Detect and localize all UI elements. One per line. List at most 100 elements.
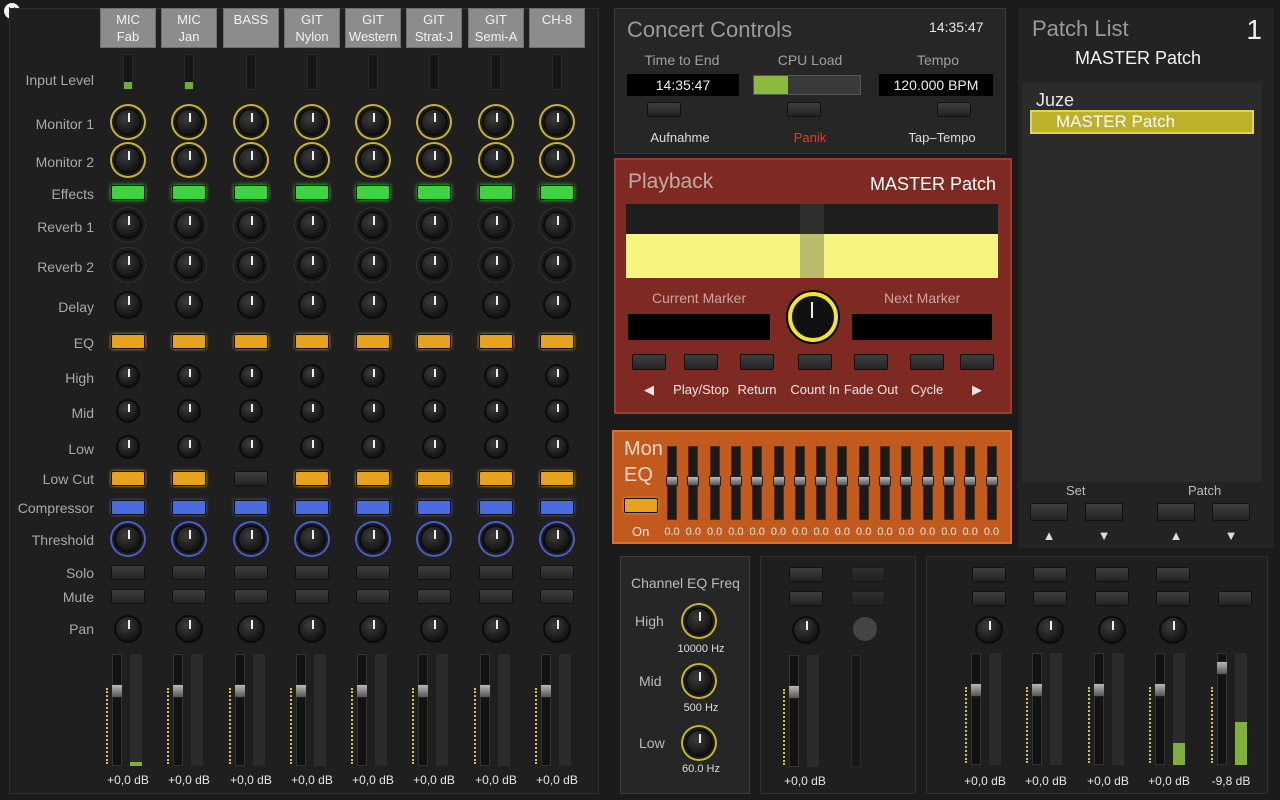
reverb1-knob[interactable]	[359, 211, 387, 239]
eq-mid-knob[interactable]	[361, 399, 385, 423]
aux-fader-thumb[interactable]	[788, 685, 800, 699]
threshold-knob[interactable]	[420, 525, 448, 553]
eq-button[interactable]	[295, 334, 329, 349]
reverb1-knob[interactable]	[175, 211, 203, 239]
eq-low-freq-knob[interactable]	[685, 729, 713, 757]
delay-knob[interactable]	[298, 291, 326, 319]
aux-solo-button[interactable]	[789, 567, 823, 582]
monitor2-knob[interactable]	[359, 146, 387, 174]
eq-mid-freq-knob[interactable]	[685, 667, 713, 695]
output-mute-button[interactable]	[1156, 591, 1190, 606]
compressor-button[interactable]	[479, 500, 513, 515]
patch-item-selected[interactable]: MASTER Patch	[1030, 110, 1254, 134]
monitor1-knob[interactable]	[482, 108, 510, 136]
aux-pan-knob[interactable]	[792, 616, 820, 644]
threshold-knob[interactable]	[175, 525, 203, 553]
mute-button[interactable]	[111, 589, 145, 604]
jog-wheel[interactable]	[788, 292, 838, 342]
delay-knob[interactable]	[420, 291, 448, 319]
monitor1-knob[interactable]	[114, 108, 142, 136]
output-mute-button[interactable]	[972, 591, 1006, 606]
pan-knob[interactable]	[175, 615, 203, 643]
low-cut-button[interactable]	[479, 471, 513, 486]
effects-button[interactable]	[295, 185, 329, 200]
eq-band-thumb[interactable]	[687, 476, 700, 486]
patch-list[interactable]	[1022, 82, 1262, 482]
aux2-pan-knob[interactable]	[853, 617, 877, 641]
output-fader[interactable]	[1032, 653, 1042, 765]
compressor-button[interactable]	[295, 500, 329, 515]
mute-button[interactable]	[540, 589, 574, 604]
count-in-button[interactable]	[798, 354, 832, 370]
compressor-button[interactable]	[111, 500, 145, 515]
output-pan-knob[interactable]	[1098, 616, 1126, 644]
low-cut-button[interactable]	[111, 471, 145, 486]
eq-low-knob[interactable]	[177, 435, 201, 459]
output-solo-button[interactable]	[1156, 567, 1190, 582]
volume-fader[interactable]	[173, 654, 183, 766]
solo-button[interactable]	[356, 565, 390, 580]
eq-low-knob[interactable]	[484, 435, 508, 459]
eq-band-thumb[interactable]	[921, 476, 934, 486]
reverb2-knob[interactable]	[237, 251, 265, 279]
eq-band-thumb[interactable]	[729, 476, 742, 486]
eq-band-thumb[interactable]	[772, 476, 785, 486]
patch-group[interactable]: Juze	[1036, 90, 1074, 111]
eq-button[interactable]	[356, 334, 390, 349]
pan-knob[interactable]	[420, 615, 448, 643]
eq-band-thumb[interactable]	[857, 476, 870, 486]
eq-band-thumb[interactable]	[985, 476, 998, 486]
pan-knob[interactable]	[237, 615, 265, 643]
channel-name-6[interactable]: GIT Strat-J	[406, 8, 462, 48]
volume-fader-thumb[interactable]	[417, 684, 429, 698]
effects-button[interactable]	[111, 185, 145, 200]
threshold-knob[interactable]	[237, 525, 265, 553]
eq-mid-knob[interactable]	[422, 399, 446, 423]
output-fader[interactable]	[1155, 653, 1165, 765]
prev-button[interactable]	[632, 354, 666, 370]
monitor1-knob[interactable]	[298, 108, 326, 136]
reverb1-knob[interactable]	[482, 211, 510, 239]
eq-button[interactable]	[234, 334, 268, 349]
eq-band-thumb[interactable]	[708, 476, 721, 486]
reverb2-knob[interactable]	[114, 251, 142, 279]
monitor2-knob[interactable]	[114, 146, 142, 174]
reverb2-knob[interactable]	[482, 251, 510, 279]
compressor-button[interactable]	[540, 500, 574, 515]
low-cut-button[interactable]	[234, 471, 268, 486]
solo-button[interactable]	[479, 565, 513, 580]
pan-knob[interactable]	[359, 615, 387, 643]
aux2-fader[interactable]	[851, 655, 861, 767]
eq-high-freq-knob[interactable]	[685, 607, 713, 635]
output-fader[interactable]	[971, 653, 981, 765]
cycle-button[interactable]	[910, 354, 944, 370]
threshold-knob[interactable]	[114, 525, 142, 553]
volume-fader-thumb[interactable]	[295, 684, 307, 698]
output-solo-button[interactable]	[1033, 567, 1067, 582]
eq-mid-knob[interactable]	[239, 399, 263, 423]
eq-band-thumb[interactable]	[964, 476, 977, 486]
eq-band-thumb[interactable]	[942, 476, 955, 486]
next-button[interactable]	[960, 354, 994, 370]
eq-high-knob[interactable]	[422, 364, 446, 388]
monitor1-knob[interactable]	[237, 108, 265, 136]
tap-tempo-button[interactable]	[937, 102, 971, 117]
solo-button[interactable]	[295, 565, 329, 580]
effects-button[interactable]	[172, 185, 206, 200]
volume-fader[interactable]	[480, 654, 490, 766]
eq-button[interactable]	[172, 334, 206, 349]
reverb2-knob[interactable]	[543, 251, 571, 279]
aux2-solo-button[interactable]	[851, 567, 885, 582]
output-pan-knob[interactable]	[1036, 616, 1064, 644]
volume-fader[interactable]	[235, 654, 245, 766]
eq-high-knob[interactable]	[545, 364, 569, 388]
delay-knob[interactable]	[359, 291, 387, 319]
solo-button[interactable]	[417, 565, 451, 580]
return-button[interactable]	[740, 354, 774, 370]
record-button[interactable]	[647, 102, 681, 117]
reverb2-knob[interactable]	[359, 251, 387, 279]
eq-low-knob[interactable]	[545, 435, 569, 459]
monitor2-knob[interactable]	[420, 146, 448, 174]
volume-fader[interactable]	[112, 654, 122, 766]
monitor1-knob[interactable]	[359, 108, 387, 136]
